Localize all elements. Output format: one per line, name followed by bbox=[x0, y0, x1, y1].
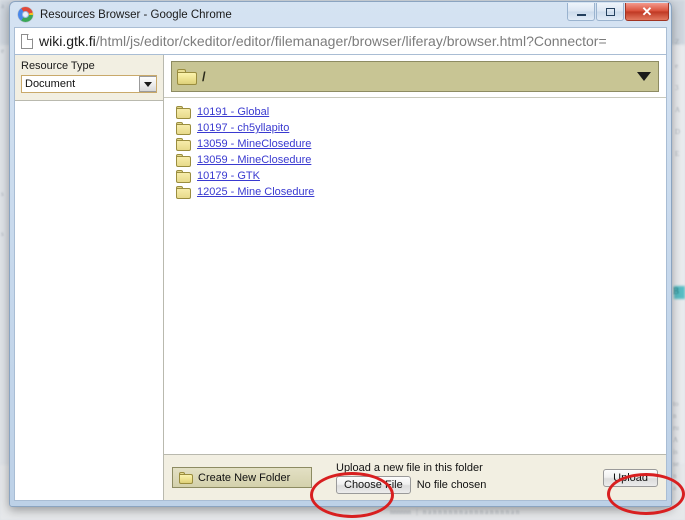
close-button[interactable]: ✕ bbox=[625, 3, 669, 21]
bg-text: is bbox=[673, 448, 678, 456]
bg-text: B bbox=[673, 286, 680, 296]
list-item[interactable]: 13059 - MineClosedure bbox=[176, 136, 666, 152]
chevron-down-glyph bbox=[144, 81, 152, 87]
bg-text: n bbox=[673, 472, 677, 480]
folder-link[interactable]: 10179 - GTK bbox=[197, 170, 260, 182]
folder-icon bbox=[176, 121, 191, 135]
upload-button[interactable]: Upload bbox=[603, 468, 658, 487]
bg-text: s bbox=[1, 190, 4, 198]
list-item[interactable]: 10191 - Global bbox=[176, 104, 666, 120]
folder-link[interactable]: 13059 - MineClosedure bbox=[197, 138, 311, 150]
path-bar[interactable]: / bbox=[171, 61, 659, 92]
bg-text: nnnnnn | n a n n n n n n a n n n a n n n… bbox=[390, 508, 520, 516]
folder-icon bbox=[176, 185, 191, 199]
bg-text: Z bbox=[675, 38, 680, 46]
bg-text: 3 bbox=[675, 84, 679, 92]
chrome-logo-icon bbox=[18, 7, 33, 22]
list-item[interactable]: 10179 - GTK bbox=[176, 168, 666, 184]
folder-link[interactable]: 10191 - Global bbox=[197, 106, 269, 118]
current-path: / bbox=[202, 69, 206, 84]
minimize-button[interactable] bbox=[567, 3, 595, 21]
bg-text: s bbox=[1, 230, 4, 238]
omnibox[interactable]: wiki.gtk.fi/html/js/editor/ckeditor/edit… bbox=[14, 27, 667, 54]
close-icon: ✕ bbox=[641, 4, 653, 19]
window-title: Resources Browser - Google Chrome bbox=[40, 8, 232, 21]
window-titlebar[interactable]: Resources Browser - Google Chrome ✕ bbox=[10, 2, 671, 27]
sidebar-body bbox=[15, 101, 163, 500]
url-host: wiki.gtk.fi bbox=[39, 33, 96, 49]
choose-file-button[interactable]: Choose File bbox=[336, 475, 411, 494]
list-item[interactable]: 13059 - MineClosedure bbox=[176, 152, 666, 168]
resource-type-value: Document bbox=[25, 78, 76, 90]
bg-text: a bbox=[673, 484, 677, 492]
bg-text: A bbox=[673, 436, 679, 444]
chrome-window: Resources Browser - Google Chrome ✕ wiki… bbox=[9, 1, 672, 507]
path-bar-container: / bbox=[164, 55, 666, 98]
bg-text: e bbox=[675, 62, 679, 70]
url-text: wiki.gtk.fi/html/js/editor/ckeditor/edit… bbox=[39, 33, 607, 49]
folder-icon bbox=[179, 471, 193, 484]
folder-icon bbox=[176, 137, 191, 151]
no-file-chosen-label: No file chosen bbox=[416, 478, 487, 491]
list-item[interactable]: 10197 - ch5yllapito bbox=[176, 120, 666, 136]
window-controls: ✕ bbox=[567, 3, 669, 21]
folder-link[interactable]: 12025 - Mine Closedure bbox=[197, 186, 314, 198]
folder-icon bbox=[176, 169, 191, 183]
folder-icon bbox=[177, 68, 197, 85]
document-icon bbox=[21, 33, 33, 49]
upload-row: Choose File No file chosen bbox=[336, 475, 603, 494]
page-viewport: Resource Type Document / 10191 - Global … bbox=[14, 54, 667, 501]
url-path: /html/js/editor/ckeditor/editor/filemana… bbox=[95, 33, 607, 49]
folder-link[interactable]: 13059 - MineClosedure bbox=[197, 154, 311, 166]
resource-type-panel: Resource Type Document bbox=[15, 55, 163, 101]
create-new-folder-label: Create New Folder bbox=[198, 471, 291, 484]
folder-icon bbox=[176, 105, 191, 119]
folder-icon bbox=[176, 153, 191, 167]
resource-type-select[interactable]: Document bbox=[21, 75, 157, 93]
maximize-button[interactable] bbox=[596, 3, 624, 21]
sidebar: Resource Type Document bbox=[15, 55, 164, 500]
resource-type-label: Resource Type bbox=[21, 60, 95, 72]
list-item[interactable]: 12025 - Mine Closedure bbox=[176, 184, 666, 200]
bg-text: D bbox=[675, 128, 681, 136]
bg-text: E bbox=[675, 150, 680, 158]
bottom-toolbar: Create New Folder Upload a new file in t… bbox=[164, 454, 666, 500]
upload-area: Upload a new file in this folder Choose … bbox=[336, 462, 603, 494]
folder-link[interactable]: 10197 - ch5yllapito bbox=[197, 122, 289, 134]
create-new-folder-button[interactable]: Create New Folder bbox=[172, 467, 312, 488]
bg-text: e bbox=[1, 47, 5, 55]
bg-text: se bbox=[673, 460, 679, 468]
browser-pane: / 10191 - Global 10197 - ch5yllapito 130… bbox=[164, 55, 666, 500]
bg-text: ru bbox=[673, 424, 679, 432]
upload-hint-text: Upload a new file in this folder bbox=[336, 461, 483, 474]
bg-text: a bbox=[1, 2, 5, 10]
caret-down-icon[interactable] bbox=[637, 72, 651, 81]
bg-text: n bbox=[673, 412, 677, 420]
bg-text: to bbox=[673, 400, 679, 408]
folder-list: 10191 - Global 10197 - ch5yllapito 13059… bbox=[164, 98, 666, 454]
minimize-icon bbox=[576, 13, 586, 16]
file-browser: Resource Type Document / 10191 - Global … bbox=[15, 55, 666, 500]
chevron-down-icon[interactable] bbox=[139, 76, 156, 92]
bg-text: A bbox=[675, 106, 681, 114]
maximize-icon bbox=[605, 7, 615, 16]
